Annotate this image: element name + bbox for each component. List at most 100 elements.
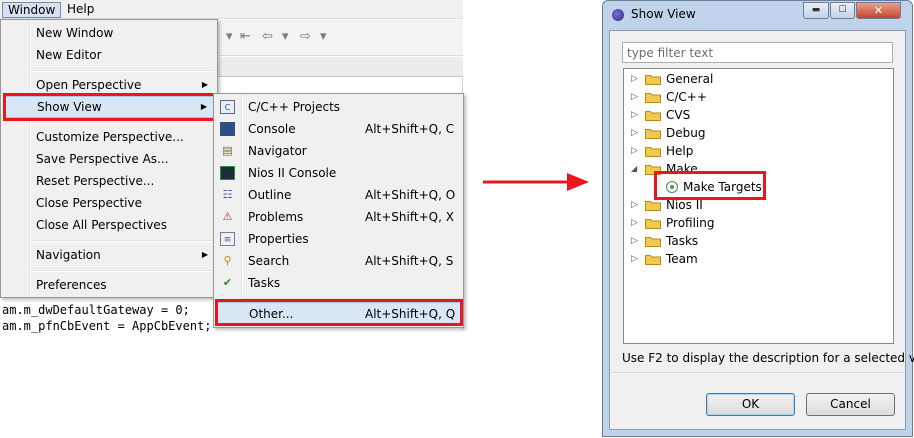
close-button[interactable]: ✕ [856,2,901,19]
tree-item-profiling[interactable]: ▷ Profiling [624,214,893,232]
tree-item-tasks[interactable]: ▷ Tasks [624,232,893,250]
menu-item-label: Preferences [36,278,107,292]
expand-icon[interactable]: ▷ [631,106,638,124]
expand-icon[interactable]: ▷ [631,214,638,232]
menu-separator [31,70,215,72]
show-view-submenu: C C/C++ Projects Console Alt+Shift+Q, C … [213,93,464,328]
tree-item-label: Help [666,144,694,158]
menu-item-shortcut: Alt+Shift+Q, X [365,210,454,224]
expand-icon[interactable]: ▷ [631,250,638,268]
folder-icon [645,219,661,229]
submenu-arrow-icon: ▶ [201,80,208,89]
tree-item-debug[interactable]: ▷ Debug [624,124,893,142]
tree-item-nios-ii[interactable]: ▷ Nios II [624,196,893,214]
expand-icon[interactable]: ▷ [631,232,638,250]
ok-button[interactable]: OK [706,393,795,416]
menu-item-reset-perspective[interactable]: Reset Perspective... [3,170,215,192]
folder-icon [645,237,661,247]
nios-console-icon [220,166,235,180]
menu-item-new-window[interactable]: New Window [3,22,215,44]
menu-item-label: Navigation [36,248,101,262]
back-icon[interactable]: ⇦ [262,29,273,44]
expand-icon[interactable]: ▷ [631,124,638,142]
navigator-icon: ▤ [222,144,233,157]
submenu-arrow-icon: ▶ [200,102,207,111]
menu-item-shortcut: Alt+Shift+Q, O [365,188,456,202]
back-dropdown-icon[interactable]: ▾ [282,29,289,44]
filter-input[interactable] [622,42,893,63]
dialog-titlebar[interactable]: Show View ▬ ☐ ✕ [603,1,912,29]
description-text: Use F2 to display the description for a … [622,351,914,365]
menu-item-search[interactable]: ⚲ Search Alt+Shift+Q, S [216,250,461,272]
menu-item-save-perspective-as[interactable]: Save Perspective As... [3,148,215,170]
menu-item-tasks[interactable]: ✔ Tasks [216,272,461,294]
tree-item-label: Make Targets [683,180,762,194]
folder-icon [645,129,661,139]
menu-item-close-perspective[interactable]: Close Perspective [3,192,215,214]
menu-item-new-editor[interactable]: New Editor [3,44,215,66]
menu-item-label: Properties [248,232,309,246]
menu-item-label: Close Perspective [36,196,143,210]
minimize-button[interactable]: ▬ [803,2,829,19]
menu-item-customize-perspective[interactable]: Customize Perspective... [3,126,215,148]
menu-window[interactable]: Window [2,2,62,18]
menu-item-navigation[interactable]: Navigation ▶ [3,244,215,266]
last-edit-location-icon[interactable]: ⇤ [240,29,251,44]
code-line: am.m_dwDefaultGateway = 0; [2,303,190,317]
tree-item-make-targets[interactable]: Make Targets [624,178,893,196]
tree-item-label: Team [666,252,698,266]
forward-icon[interactable]: ⇨ [300,29,311,44]
submenu-arrow-icon: ▶ [201,250,208,259]
menu-item-outline[interactable]: ☷ Outline Alt+Shift+Q, O [216,184,461,206]
cancel-button[interactable]: Cancel [806,393,895,416]
tree-item-label: C/C++ [666,90,707,104]
view-tree: ▷ General ▷ C/C++ ▷ CVS ▷ Debug ▷ Help ◢… [623,68,894,344]
menu-item-open-perspective[interactable]: Open Perspective ▶ [3,74,215,96]
code-line: am.m_pfnCbEvent = AppCbEvent; [2,319,212,333]
forward-dropdown-icon[interactable]: ▾ [320,29,327,44]
tree-item-cpp[interactable]: ▷ C/C++ [624,88,893,106]
folder-icon [645,147,661,157]
expand-icon[interactable]: ▷ [631,88,638,106]
menu-item-preferences[interactable]: Preferences [3,274,215,296]
properties-icon: ≡ [220,232,235,246]
tree-item-general[interactable]: ▷ General [624,70,893,88]
menu-item-show-view[interactable]: Show View ▶ [3,96,215,118]
menu-item-label: Navigator [248,144,307,158]
tree-item-team[interactable]: ▷ Team [624,250,893,268]
menu-item-label: Search [248,254,290,268]
tree-item-label: Tasks [666,234,699,248]
make-targets-icon [666,181,678,193]
menu-item-label: Nios II Console [248,166,337,180]
menu-item-shortcut: Alt+Shift+Q, S [365,254,454,268]
menu-item-nios-console[interactable]: Nios II Console [216,162,461,184]
dropdown-arrow-icon[interactable]: ▾ [226,29,233,44]
maximize-button[interactable]: ☐ [830,2,855,19]
window-menu: New Window New Editor Open Perspective ▶ … [0,19,218,298]
menu-item-other[interactable]: Other... Alt+Shift+Q, Q [216,302,461,324]
show-view-dialog: Show View ▬ ☐ ✕ ▷ General ▷ C/C++ ▷ CVS [602,0,914,437]
menu-item-properties[interactable]: ≡ Properties [216,228,461,250]
expand-icon[interactable]: ▷ [631,142,638,160]
tree-item-help[interactable]: ▷ Help [624,142,893,160]
tree-item-label: Make [666,162,698,176]
tree-item-make[interactable]: ◢ Make [624,160,893,178]
menu-item-console[interactable]: Console Alt+Shift+Q, C [216,118,461,140]
menu-item-navigator[interactable]: ▤ Navigator [216,140,461,162]
menu-item-cpp-projects[interactable]: C C/C++ Projects [216,96,461,118]
expand-icon[interactable]: ▷ [631,70,638,88]
outline-icon: ☷ [222,188,233,201]
menu-item-problems[interactable]: ⚠ Problems Alt+Shift+Q, X [216,206,461,228]
menu-bar: Window Help [0,0,463,19]
problems-icon: ⚠ [222,210,233,223]
menu-item-close-all-perspectives[interactable]: Close All Perspectives [3,214,215,236]
menu-item-label: Show View [37,100,102,114]
folder-icon [645,75,661,85]
menu-item-label: New Editor [36,48,102,62]
expand-icon[interactable]: ▷ [631,196,638,214]
menu-help[interactable]: Help [62,2,99,18]
collapse-icon[interactable]: ◢ [631,160,637,178]
menu-item-shortcut: Alt+Shift+Q, C [365,122,455,136]
tree-item-cvs[interactable]: ▷ CVS [624,106,893,124]
menu-item-label: Outline [248,188,292,202]
